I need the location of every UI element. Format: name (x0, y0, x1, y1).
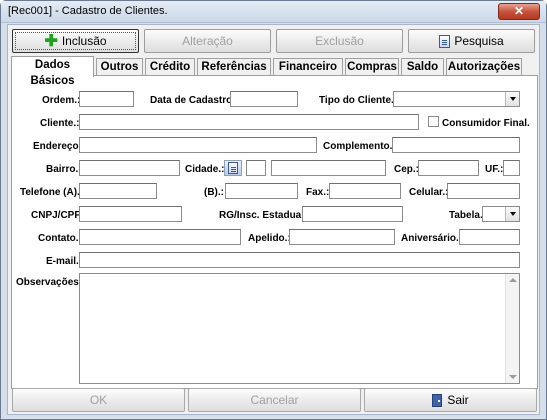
exclusao-label: Exclusão (315, 34, 364, 48)
cnpj-cpf-field[interactable] (79, 206, 182, 222)
tab-strip: Dados Básicos Outros Crédito Referências… (11, 56, 538, 87)
alteracao-button[interactable]: Alteração (144, 29, 271, 53)
tab-financeiro[interactable]: Financeiro (273, 58, 343, 76)
exit-door-icon (432, 394, 443, 408)
endereco-label: Endereço.: (33, 141, 85, 152)
search-document-icon (439, 35, 451, 49)
tab-compras[interactable]: Compras (345, 58, 399, 76)
telefone-a-label: Telefone (A).: (20, 187, 84, 198)
email-field[interactable] (79, 252, 520, 268)
tab-outros[interactable]: Outros (96, 58, 143, 76)
complemento-field[interactable] (392, 137, 520, 153)
exclusao-button[interactable]: Exclusão (276, 29, 403, 53)
window-title: [Rec001] - Cadastro de Clientes. (8, 5, 168, 17)
cep-label: Cep.: (394, 164, 419, 175)
toolbar: ✚ Inclusão Alteração Exclusão Pesquisa (12, 29, 537, 53)
tab-autorizacoes[interactable]: Autorizações (446, 58, 522, 76)
complemento-label: Complemento.: (323, 141, 396, 152)
tabela-label: Tabela.: (449, 210, 487, 221)
apelido-label: Apelido.: (248, 233, 291, 244)
ordem-field[interactable] (79, 91, 134, 107)
scroll-up-icon[interactable] (509, 278, 517, 282)
rg-insc-field[interactable] (302, 206, 403, 222)
consumidor-final-checkbox[interactable] (428, 116, 439, 127)
cancelar-label: Cancelar (250, 393, 299, 407)
cidade-code-field[interactable] (246, 160, 266, 176)
search-document-icon (228, 162, 238, 174)
pesquisa-label: Pesquisa (454, 34, 504, 48)
rg-insc-label: RG/Insc. Estadual.: (219, 210, 311, 221)
scroll-down-icon[interactable] (509, 375, 517, 379)
observacoes-textarea[interactable] (79, 273, 520, 384)
ok-button[interactable]: OK (12, 388, 185, 412)
cnpj-cpf-label: CNPJ/CPF.: (31, 210, 86, 221)
inclusao-label: Inclusão (61, 34, 107, 48)
consumidor-final-label: Consumidor Final. (442, 118, 530, 129)
cidade-label: Cidade.: (185, 164, 225, 175)
cliente-label: Cliente.: (40, 118, 80, 129)
cep-field[interactable] (418, 160, 479, 176)
bottom-button-bar: OK Cancelar Sair (12, 388, 537, 412)
tab-referencias[interactable]: Referências (197, 58, 271, 76)
title-bar: [Rec001] - Cadastro de Clientes. ✕ (1, 1, 546, 23)
plus-icon: ✚ (44, 32, 58, 50)
endereco-field[interactable] (79, 137, 317, 153)
dados-basicos-panel: Ordem.: Data de Cadastro.: Tipo do Clien… (11, 75, 538, 389)
tab-dados-basicos[interactable]: Dados Básicos (11, 56, 94, 87)
observacoes-label: Observações.: (16, 277, 85, 288)
chevron-down-icon[interactable] (505, 92, 519, 106)
aniversario-label: Aniversário.: (401, 233, 463, 244)
pesquisa-button[interactable]: Pesquisa (408, 29, 535, 53)
ordem-label: Ordem.: (42, 95, 81, 106)
contato-label: Contato.: (38, 233, 82, 244)
inclusao-button[interactable]: ✚ Inclusão (12, 29, 139, 53)
tab-credito[interactable]: Crédito (145, 58, 195, 76)
cliente-field[interactable] (79, 114, 419, 130)
celular-label: Celular.: (409, 187, 449, 198)
cidade-search-button[interactable] (224, 160, 242, 176)
sair-label: Sair (447, 393, 469, 407)
fax-field[interactable] (329, 183, 401, 199)
data-cadastro-field[interactable] (230, 91, 298, 107)
tab-saldo[interactable]: Saldo (401, 58, 444, 76)
telefone-a-field[interactable] (79, 183, 157, 199)
apelido-field[interactable] (289, 229, 395, 245)
cidade-name-field[interactable] (271, 160, 386, 176)
fax-label: Fax.: (306, 187, 330, 198)
email-label: E-mail.: (46, 256, 83, 267)
telefone-b-field[interactable] (225, 183, 298, 199)
celular-field[interactable] (447, 183, 520, 199)
sair-button[interactable]: Sair (364, 388, 537, 412)
uf-label: UF.: (485, 164, 504, 175)
chevron-down-icon[interactable] (505, 207, 519, 221)
ok-label: OK (89, 393, 108, 407)
alteracao-label: Alteração (182, 34, 233, 48)
data-cadastro-label: Data de Cadastro.: (150, 95, 239, 106)
tipo-cliente-label: Tipo do Cliente.: (319, 95, 398, 106)
close-button[interactable]: ✕ (498, 3, 540, 20)
observacoes-scrollbar[interactable] (505, 274, 519, 383)
tipo-cliente-select[interactable] (393, 91, 520, 107)
aniversario-field[interactable] (459, 229, 520, 245)
uf-field[interactable] (503, 160, 520, 176)
bairro-field[interactable] (79, 160, 180, 176)
telefone-b-label: (B).: (204, 187, 224, 198)
window-client-area: ✚ Inclusão Alteração Exclusão Pesquisa Da… (7, 24, 540, 415)
tabela-select[interactable] (482, 206, 520, 222)
cancelar-button[interactable]: Cancelar (188, 388, 361, 412)
bairro-label: Bairro.: (46, 164, 82, 175)
cadastro-clientes-window: [Rec001] - Cadastro de Clientes. ✕ ✚ Incl… (0, 0, 547, 420)
contato-field[interactable] (79, 229, 241, 245)
